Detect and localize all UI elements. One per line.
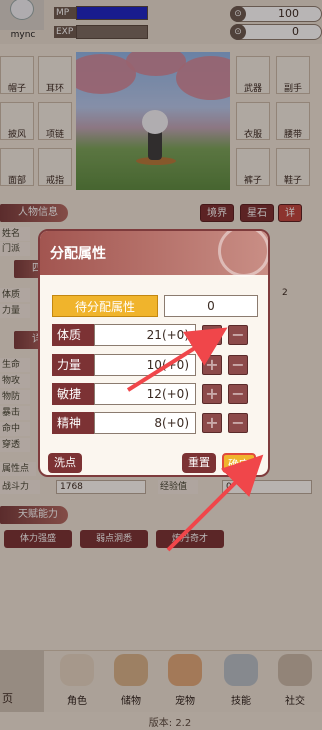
annotation-arrows	[126, 327, 264, 552]
arrow-to-confirm	[166, 454, 264, 552]
arrow-to-plus	[126, 327, 228, 392]
